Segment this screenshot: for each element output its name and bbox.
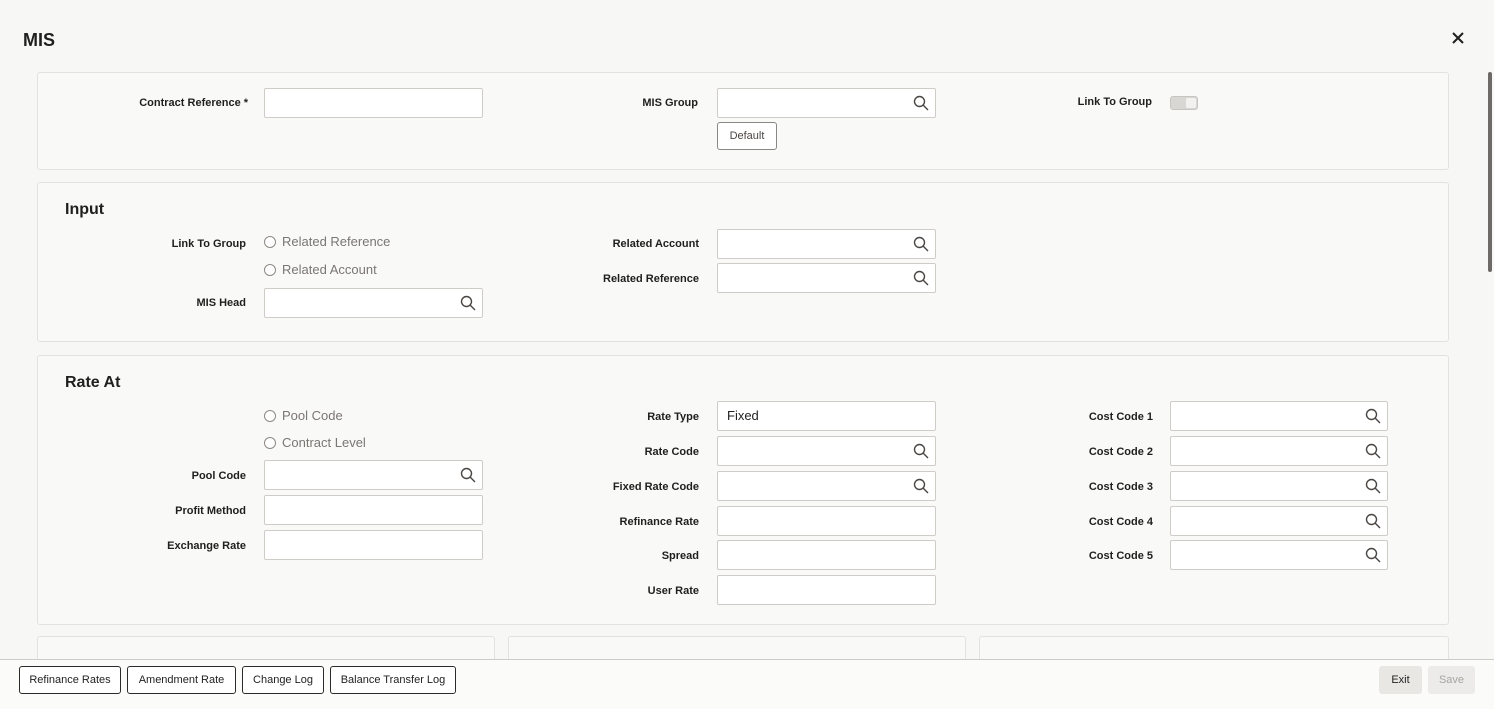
search-icon[interactable] <box>1365 478 1381 494</box>
search-icon[interactable] <box>913 95 929 111</box>
search-icon[interactable] <box>1365 408 1381 424</box>
mis-head-input[interactable] <box>264 288 483 318</box>
profit-method-label: Profit Method <box>175 505 246 517</box>
spread-input[interactable] <box>717 540 936 570</box>
search-icon[interactable] <box>460 295 476 311</box>
balance-transfer-log-button[interactable]: Balance Transfer Log <box>330 666 456 694</box>
page-title: MIS <box>23 30 56 50</box>
amendment-rate-button[interactable]: Amendment Rate <box>127 666 236 694</box>
exit-button[interactable]: Exit <box>1379 666 1422 694</box>
pool-code-radio[interactable]: Pool Code <box>264 408 343 423</box>
contract-reference-input[interactable] <box>264 88 483 118</box>
contract-panel: Contract Reference * MIS Group Default Li… <box>37 72 1449 170</box>
related-account-radio[interactable]: Related Account <box>264 262 377 277</box>
user-rate-label: User Rate <box>647 585 699 597</box>
rate-code-label: Rate Code <box>644 446 699 458</box>
exchange-rate-label: Exchange Rate <box>167 540 246 552</box>
rate-at-section-title: Rate At <box>65 374 121 391</box>
search-icon[interactable] <box>1365 513 1381 529</box>
refinance-rate-input[interactable] <box>717 506 936 536</box>
change-log-button[interactable]: Change Log <box>242 666 324 694</box>
profit-method-input[interactable] <box>264 495 483 525</box>
search-icon[interactable] <box>460 467 476 483</box>
rate-type-input[interactable]: Fixed <box>717 401 936 431</box>
link-to-group-label: Link To Group <box>1077 96 1152 108</box>
refinance-rates-button[interactable]: Refinance Rates <box>19 666 121 694</box>
rate-at-panel: Rate At Pool Code Contract Level Pool Co… <box>37 355 1449 625</box>
pool-code-label: Pool Code <box>191 470 246 482</box>
cost-code-3-label: Cost Code 3 <box>1088 481 1153 493</box>
exchange-rate-input[interactable] <box>264 530 483 560</box>
cost-code-4-label: Cost Code 4 <box>1088 516 1153 528</box>
save-button[interactable]: Save <box>1428 666 1475 694</box>
radio-label: Related Account <box>282 262 377 277</box>
cost-code-2-label: Cost Code 2 <box>1088 446 1153 458</box>
footer-bar: Refinance Rates Amendment Rate Change Lo… <box>0 659 1494 709</box>
radio-circle <box>264 263 276 276</box>
radio-circle <box>264 235 276 248</box>
related-reference-input[interactable] <box>717 263 936 293</box>
related-account-input[interactable] <box>717 229 936 259</box>
related-account-label: Related Account <box>612 238 699 250</box>
pool-code-input[interactable] <box>264 460 483 490</box>
input-section-title: Input <box>65 201 105 218</box>
refinance-rate-label: Refinance Rate <box>619 516 699 528</box>
cost-code-5-label: Cost Code 5 <box>1088 550 1153 562</box>
search-icon[interactable] <box>913 236 929 252</box>
search-icon[interactable] <box>913 270 929 286</box>
spread-label: Spread <box>661 550 699 562</box>
cost-code-1-input[interactable] <box>1170 401 1388 431</box>
radio-circle <box>264 409 276 422</box>
radio-label: Related Reference <box>282 234 391 249</box>
close-icon[interactable] <box>1449 29 1467 47</box>
fixed-rate-code-input[interactable] <box>717 471 936 501</box>
radio-circle <box>264 436 276 449</box>
vertical-scrollbar[interactable] <box>1488 72 1492 272</box>
rate-type-label: Rate Type <box>647 411 699 423</box>
input-link-to-group-label: Link To Group <box>171 238 246 250</box>
required-marker: * <box>243 97 248 109</box>
search-icon[interactable] <box>1365 443 1381 459</box>
toggle-knob <box>1186 98 1196 108</box>
cost-code-5-input[interactable] <box>1170 540 1388 570</box>
contract-level-radio[interactable]: Contract Level <box>264 435 366 450</box>
link-to-group-toggle[interactable] <box>1170 96 1198 110</box>
cost-code-1-label: Cost Code 1 <box>1088 411 1153 423</box>
mis-group-label: MIS Group <box>642 97 698 109</box>
related-reference-radio[interactable]: Related Reference <box>264 234 390 249</box>
search-icon[interactable] <box>1365 547 1381 563</box>
cost-code-2-input[interactable] <box>1170 436 1388 466</box>
input-panel: Input Link To Group Related Reference Re… <box>37 182 1449 342</box>
cost-code-4-input[interactable] <box>1170 506 1388 536</box>
cost-code-3-input[interactable] <box>1170 471 1388 501</box>
radio-label: Contract Level <box>282 435 366 450</box>
default-button[interactable]: Default <box>717 122 777 150</box>
contract-reference-label: Contract Reference * <box>139 97 248 109</box>
search-icon[interactable] <box>913 478 929 494</box>
related-reference-label: Related Reference <box>603 273 699 285</box>
mis-group-input[interactable] <box>717 88 936 118</box>
search-icon[interactable] <box>913 443 929 459</box>
fixed-rate-code-label: Fixed Rate Code <box>612 481 699 493</box>
mis-head-label: MIS Head <box>196 297 246 309</box>
user-rate-input[interactable] <box>717 575 936 605</box>
rate-code-input[interactable] <box>717 436 936 466</box>
radio-label: Pool Code <box>282 408 343 423</box>
